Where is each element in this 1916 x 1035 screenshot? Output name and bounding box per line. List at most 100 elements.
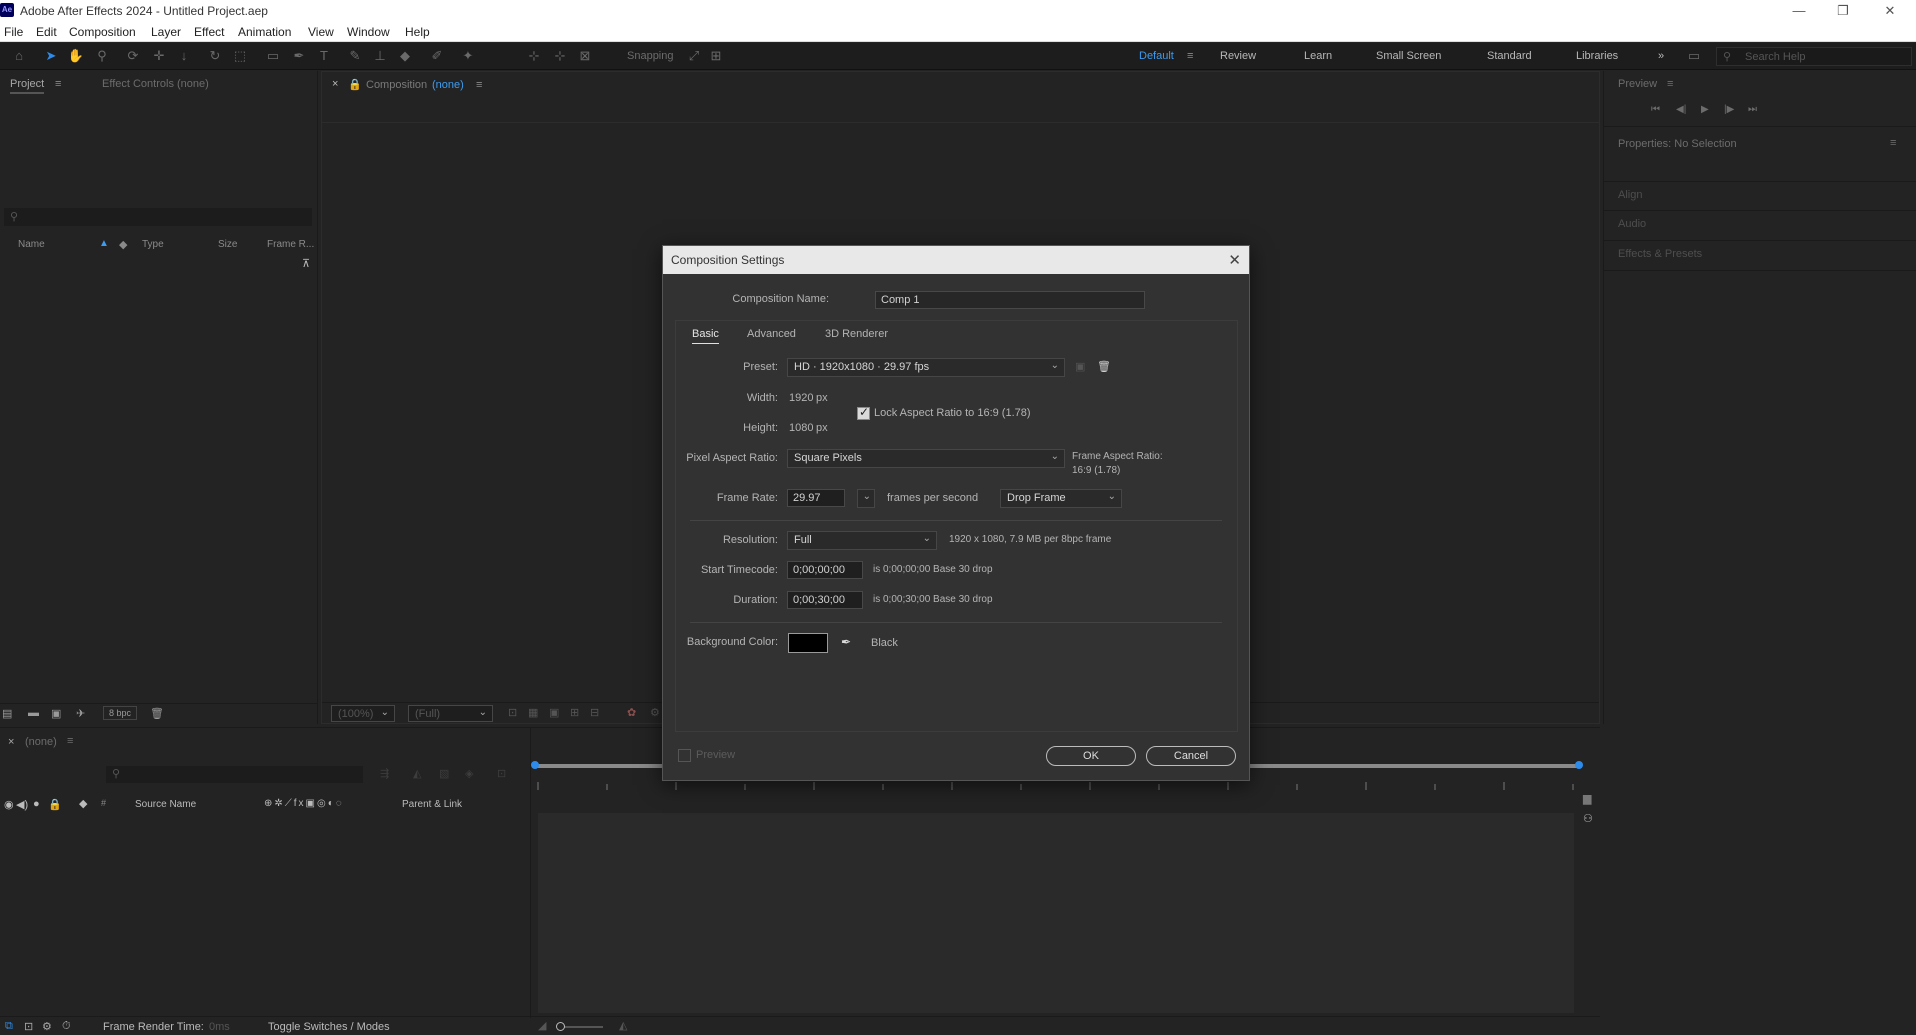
channel-icon[interactable]: ⊟: [590, 706, 599, 719]
menu-help[interactable]: Help: [405, 25, 430, 39]
frame-rate-dropdown[interactable]: ⌄: [857, 489, 875, 508]
menu-view[interactable]: View: [308, 25, 334, 39]
pixel-aspect-dropdown[interactable]: Square Pixels ⌄: [787, 449, 1065, 468]
new-folder-icon[interactable]: ▬: [28, 707, 39, 719]
source-name-header[interactable]: Source Name: [135, 799, 196, 810]
more-workspaces-icon[interactable]: »: [1658, 50, 1664, 62]
dolly-camera-icon[interactable]: ↓: [175, 47, 193, 65]
workspace-menu-icon[interactable]: ≡: [1187, 50, 1193, 62]
work-area-end-handle[interactable]: [1575, 761, 1583, 769]
preview-checkbox-label[interactable]: Preview: [696, 749, 735, 761]
menu-window[interactable]: Window: [347, 25, 390, 39]
cancel-button[interactable]: Cancel: [1146, 746, 1236, 766]
drop-frame-dropdown[interactable]: Drop Frame ⌄: [1000, 489, 1122, 508]
close-comp-tab-icon[interactable]: ×: [332, 78, 338, 90]
height-value[interactable]: 1080: [789, 422, 813, 434]
comp-tab-label[interactable]: Composition: [366, 79, 427, 91]
in-out-stretch-icon[interactable]: ⚙: [42, 1020, 52, 1033]
transfer-controls-icon[interactable]: ⊡: [24, 1020, 33, 1033]
save-preset-icon[interactable]: ▣: [1075, 360, 1085, 373]
region-of-interest-icon[interactable]: ⊡: [508, 706, 517, 719]
new-composition-icon[interactable]: ▣: [51, 707, 61, 720]
snap-option-icon[interactable]: ⤢: [685, 47, 703, 65]
home-icon[interactable]: ⌂: [10, 47, 28, 65]
eraser-tool-icon[interactable]: ◆: [396, 47, 414, 65]
work-area-start-handle[interactable]: [531, 761, 539, 769]
workspace-small-screen[interactable]: Small Screen: [1376, 50, 1441, 62]
toggle-switches-modes-button[interactable]: Toggle Switches / Modes: [268, 1021, 390, 1033]
align-panel-title[interactable]: Align: [1618, 189, 1642, 201]
frame-rate-input[interactable]: 29.97: [787, 489, 845, 507]
ok-button[interactable]: OK: [1046, 746, 1136, 766]
mask-visibility-icon[interactable]: ▣: [549, 706, 559, 719]
lock-layer-icon[interactable]: 🔒: [48, 798, 62, 811]
audio-icon[interactable]: ◀): [16, 798, 28, 811]
type-tool-icon[interactable]: T: [315, 47, 333, 65]
play-icon[interactable]: ▶: [1701, 104, 1709, 115]
lock-icon[interactable]: 🔒: [348, 78, 362, 91]
flowchart-icon[interactable]: ⊼: [302, 257, 310, 270]
interpret-footage-icon[interactable]: ▤: [2, 707, 12, 720]
timeline-search-input[interactable]: ⚲: [106, 766, 363, 783]
label-tag-icon[interactable]: ◆: [79, 797, 87, 810]
magnification-dropdown[interactable]: (100%) ⌄: [331, 705, 395, 722]
frame-blending-icon[interactable]: ◈: [465, 767, 473, 780]
transparency-grid-icon[interactable]: ▦: [528, 706, 538, 719]
comp-flowchart-icon[interactable]: ⇶: [380, 767, 389, 780]
resolution-select[interactable]: Full ⌄: [787, 531, 937, 550]
draft-3d-icon[interactable]: ◭: [413, 767, 421, 780]
lock-aspect-label[interactable]: Lock Aspect Ratio to 16:9 (1.78): [874, 407, 1031, 419]
comp-tab-name[interactable]: (none): [432, 79, 464, 91]
adjust-settings-icon[interactable]: ✈: [76, 707, 85, 720]
timeline-menu-icon[interactable]: ≡: [67, 735, 73, 747]
tab-effect-controls[interactable]: Effect Controls (none): [102, 78, 209, 90]
first-frame-icon[interactable]: ⏮: [1651, 104, 1660, 115]
timeline-layer-area[interactable]: [538, 813, 1574, 1013]
hand-tool-icon[interactable]: ✋: [67, 47, 85, 65]
start-timecode-input[interactable]: 0;00;00;00: [787, 561, 863, 579]
preview-panel-title[interactable]: Preview: [1618, 78, 1657, 90]
view-axis-icon[interactable]: ⊠: [576, 47, 594, 65]
preview-menu-icon[interactable]: ≡: [1667, 78, 1673, 90]
close-window-button[interactable]: ✕: [1880, 2, 1900, 20]
duration-input[interactable]: 0;00;30;00: [787, 591, 863, 609]
menu-animation[interactable]: Animation: [238, 25, 291, 39]
workspace-default[interactable]: Default: [1139, 50, 1174, 62]
width-value[interactable]: 1920: [789, 392, 813, 404]
menu-effect[interactable]: Effect: [194, 25, 224, 39]
effects-presets-panel-title[interactable]: Effects & Presets: [1618, 248, 1702, 260]
label-tag-icon[interactable]: ◆: [119, 238, 127, 251]
properties-menu-icon[interactable]: ≡: [1890, 137, 1896, 149]
pan-camera-icon[interactable]: ✛: [150, 47, 168, 65]
brush-tool-icon[interactable]: ✎: [346, 47, 364, 65]
menu-composition[interactable]: Composition: [69, 25, 136, 39]
orbit-camera-icon[interactable]: ⟳: [124, 47, 142, 65]
project-panel-menu-icon[interactable]: ≡: [55, 78, 61, 90]
graph-editor-icon[interactable]: ⊡: [497, 767, 506, 780]
bg-color-swatch[interactable]: [788, 633, 828, 653]
column-size[interactable]: Size: [218, 239, 237, 250]
grid-guides-icon[interactable]: ⊞: [570, 706, 579, 719]
comp-name-input[interactable]: Comp 1: [875, 291, 1145, 309]
audio-panel-title[interactable]: Audio: [1618, 218, 1646, 230]
tab-3d-renderer[interactable]: 3D Renderer: [825, 328, 888, 340]
zoom-in-icon[interactable]: ◭: [619, 1019, 627, 1032]
pen-tool-icon[interactable]: ✒: [290, 47, 308, 65]
bpc-button[interactable]: 8 bpc: [103, 706, 138, 720]
menu-layer[interactable]: Layer: [151, 25, 181, 39]
snap-grid-icon[interactable]: ⊞: [707, 47, 725, 65]
clone-stamp-tool-icon[interactable]: ⊥: [371, 47, 389, 65]
preset-dropdown[interactable]: HD · 1920x1080 · 29.97 fps ⌄: [787, 358, 1065, 377]
solo-icon[interactable]: ●: [33, 798, 40, 810]
column-type[interactable]: Type: [142, 239, 164, 250]
column-name[interactable]: Name: [18, 239, 45, 250]
color-management-icon[interactable]: ✿: [627, 706, 636, 719]
workspace-standard[interactable]: Standard: [1487, 50, 1532, 62]
preview-checkbox[interactable]: [678, 749, 691, 762]
workspace-libraries[interactable]: Libraries: [1576, 50, 1618, 62]
menu-edit[interactable]: Edit: [36, 25, 57, 39]
timeline-tab-name[interactable]: (none): [25, 736, 57, 748]
local-axis-icon[interactable]: ⊹: [525, 47, 543, 65]
zoom-tool-icon[interactable]: ⚲: [93, 47, 111, 65]
column-frame-rate[interactable]: Frame R...: [267, 239, 314, 250]
